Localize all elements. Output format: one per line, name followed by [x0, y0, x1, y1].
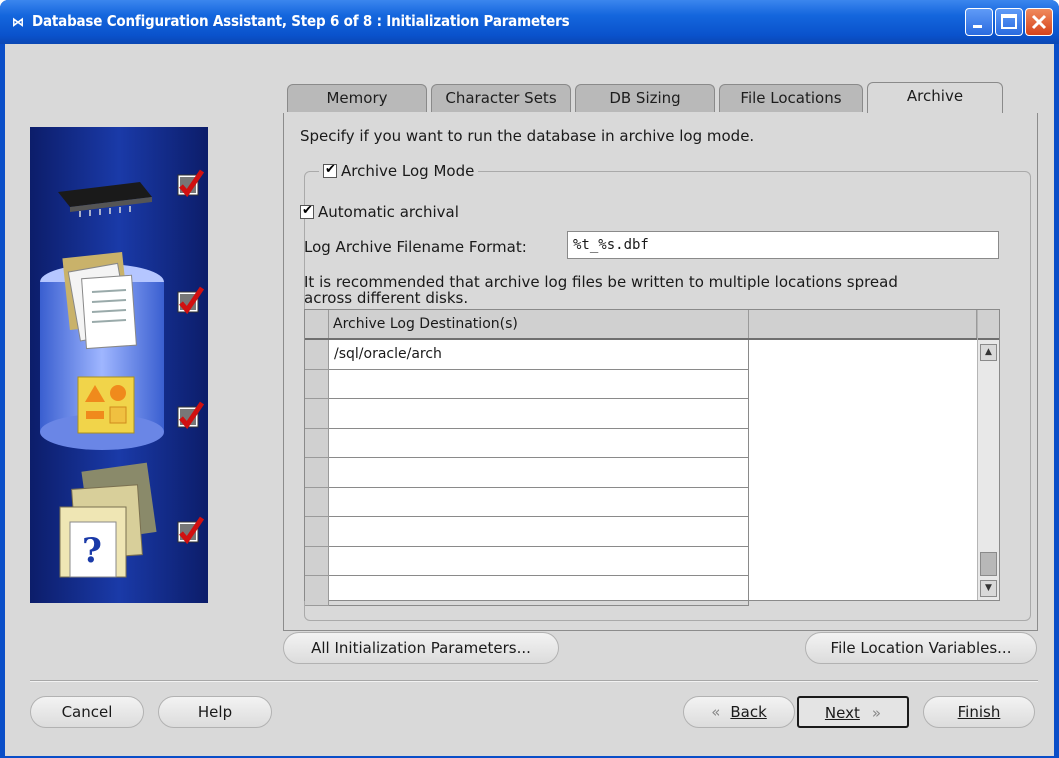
vertical-scrollbar[interactable]: ▲ ▼	[977, 310, 999, 600]
step-checkmarks	[177, 169, 205, 545]
row-header[interactable]	[305, 546, 329, 576]
destination-cell[interactable]	[329, 517, 749, 547]
table-row	[305, 428, 977, 458]
archive-tab-panel: Specify if you want to run the database …	[283, 113, 1038, 631]
table-row	[305, 576, 977, 606]
archive-log-mode-checkbox[interactable]: Archive Log Mode	[319, 162, 479, 180]
table-row	[305, 546, 977, 576]
table-row: /sql/oracle/arch	[305, 340, 977, 370]
scrollbar-thumb[interactable]	[980, 552, 997, 576]
table-corner	[305, 310, 329, 338]
table-row	[305, 517, 977, 547]
automatic-archival-label: Automatic archival	[318, 203, 459, 221]
next-label: Next	[824, 704, 860, 722]
finish-label: Finish	[957, 703, 1001, 721]
table-row	[305, 369, 977, 399]
checkbox-checked-icon[interactable]	[300, 203, 314, 219]
automatic-archival-checkbox[interactable]: Automatic archival	[300, 203, 459, 221]
row-header[interactable]	[305, 576, 329, 606]
minimize-icon	[973, 25, 982, 28]
file-location-variables-button[interactable]: File Location Variables...	[805, 632, 1037, 664]
destination-cell[interactable]: /sql/oracle/arch	[329, 340, 749, 370]
back-arrow-icon: «	[711, 703, 721, 721]
table-header: Archive Log Destination(s)	[305, 310, 999, 340]
tab-character-sets[interactable]: Character Sets	[431, 84, 571, 112]
recommendation-line-2: across different disks.	[304, 289, 469, 307]
row-header[interactable]	[305, 487, 329, 517]
table-row	[305, 399, 977, 429]
tab-memory[interactable]: Memory	[287, 84, 427, 112]
memory-chip-icon	[58, 182, 152, 217]
shapes-database-icon	[77, 376, 135, 434]
destination-cell[interactable]	[329, 576, 749, 606]
archive-log-mode-label: Archive Log Mode	[341, 162, 475, 180]
tab-file-locations[interactable]: File Locations	[719, 84, 863, 112]
back-label: Back	[730, 703, 767, 721]
tab-db-sizing[interactable]: DB Sizing	[575, 84, 715, 112]
destination-cell[interactable]	[329, 458, 749, 488]
destination-cell[interactable]	[329, 369, 749, 399]
dialog-body: ? Memory Character Sets DB Sizing File L…	[5, 44, 1054, 756]
row-header[interactable]	[305, 517, 329, 547]
cancel-button[interactable]: Cancel	[30, 696, 144, 728]
recommendation-line-1: It is recommended that archive log files…	[304, 273, 898, 291]
maximize-button[interactable]	[995, 8, 1023, 36]
column-header-destination[interactable]: Archive Log Destination(s)	[329, 310, 749, 338]
title-bar[interactable]: ⋈ Database Configuration Assistant, Step…	[0, 0, 1059, 44]
row-header[interactable]	[305, 369, 329, 399]
window-title: Database Configuration Assistant, Step 6…	[32, 12, 570, 30]
finish-button[interactable]: Finish	[923, 696, 1035, 728]
wizard-step-illustration: ?	[30, 127, 208, 603]
dbca-window: ⋈ Database Configuration Assistant, Step…	[0, 0, 1059, 758]
destination-cell[interactable]	[329, 428, 749, 458]
footer-separator	[30, 680, 1038, 682]
destination-cell[interactable]	[329, 399, 749, 429]
minimize-button[interactable]	[965, 8, 993, 36]
row-header[interactable]	[305, 399, 329, 429]
filename-format-label: Log Archive Filename Format:	[304, 238, 527, 256]
scrollbar-corner	[978, 310, 999, 340]
archive-description: Specify if you want to run the database …	[300, 127, 755, 145]
close-icon	[1031, 14, 1047, 30]
table-body: /sql/oracle/arch	[305, 340, 977, 606]
svg-text:?: ?	[82, 531, 102, 571]
row-header[interactable]	[305, 340, 329, 370]
destination-cell[interactable]	[329, 487, 749, 517]
close-button[interactable]	[1025, 8, 1053, 36]
next-button[interactable]: Next »	[797, 696, 909, 728]
help-button[interactable]: Help	[158, 696, 272, 728]
all-initialization-parameters-button[interactable]: All Initialization Parameters...	[283, 632, 559, 664]
step-icons: ?	[40, 169, 205, 578]
filename-format-input[interactable]: %t_%s.dbf	[567, 231, 999, 259]
table-row	[305, 458, 977, 488]
row-header[interactable]	[305, 428, 329, 458]
back-button[interactable]: « Back	[683, 696, 795, 728]
scroll-up-icon[interactable]: ▲	[980, 344, 997, 361]
scroll-down-icon[interactable]: ▼	[980, 580, 997, 597]
recommendation-text: It is recommended that archive log files…	[304, 274, 1004, 306]
table-row	[305, 487, 977, 517]
help-folders-icon: ?	[59, 462, 157, 578]
oracle-dbca-icon: ⋈	[12, 15, 24, 29]
row-header[interactable]	[305, 458, 329, 488]
tab-archive[interactable]: Archive	[867, 82, 1003, 114]
archive-destinations-table: Archive Log Destination(s) /sql/oracle/a…	[304, 309, 1000, 606]
column-header-empty	[749, 310, 977, 338]
next-arrow-icon: »	[871, 704, 882, 722]
destination-cell[interactable]	[329, 546, 749, 576]
maximize-icon	[1001, 14, 1017, 29]
checkbox-checked-icon[interactable]	[323, 162, 337, 178]
